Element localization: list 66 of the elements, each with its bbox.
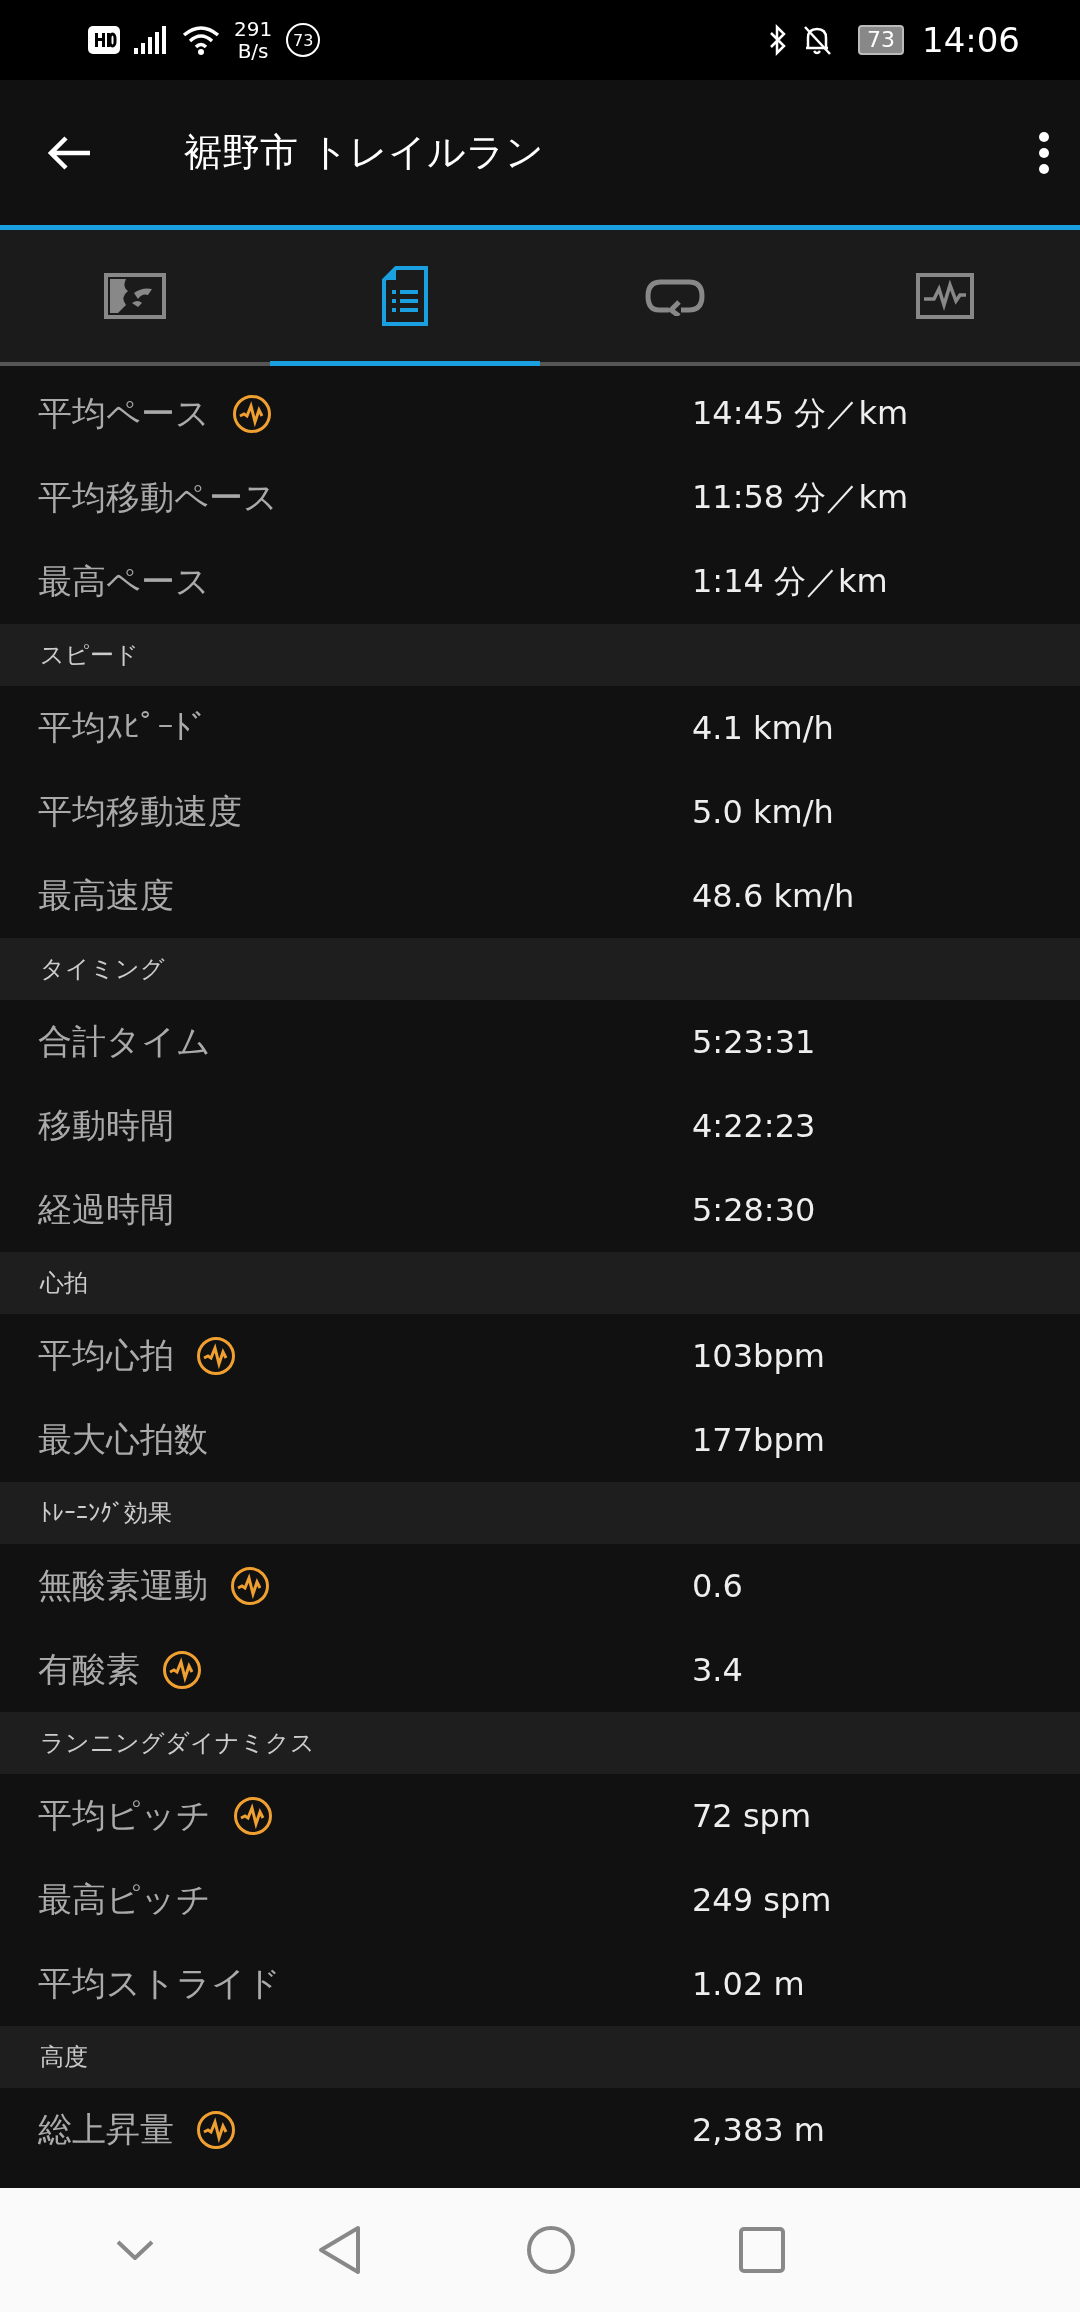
section-header: スピード [40, 640, 139, 671]
net-speed: 291 [234, 18, 273, 40]
stat-value: 3.4 [692, 1651, 743, 1689]
clock-time: 14:06 [922, 20, 1020, 60]
notification-badge: 73 [286, 23, 321, 57]
stat-label: 経過時間 [38, 1188, 174, 1231]
stat-label: 移動時間 [38, 1104, 174, 1147]
stat-label: 最大心拍数 [38, 1418, 208, 1461]
document-list-icon [382, 265, 428, 326]
activity-chart-icon[interactable] [232, 394, 272, 434]
stat-label: 無酸素運動 [38, 1564, 208, 1607]
recents-icon[interactable] [739, 2227, 785, 2273]
section-header: 高度 [40, 2042, 88, 2073]
section-header: 心拍 [40, 1268, 88, 1299]
section-header: ﾄﾚｰﾆﾝｸﾞ効果 [40, 1498, 172, 1529]
muted-bell-icon [802, 24, 832, 56]
net-unit: B/s [237, 40, 269, 62]
stat-label: 平均ストライド [38, 1962, 281, 2005]
stat-value: 2,383 m [692, 2111, 825, 2149]
stat-label: 最高速度 [38, 874, 174, 917]
signal-icon [134, 26, 168, 54]
collapse-chevron-icon[interactable] [115, 2239, 155, 2261]
more-options-icon[interactable] [1038, 130, 1050, 175]
stat-value: 11:58 分／km [692, 477, 909, 518]
stat-value: 177bpm [692, 1421, 825, 1459]
back-icon[interactable] [318, 2225, 363, 2275]
stat-label: 有酸素 [38, 1648, 140, 1691]
activity-chart-icon[interactable] [233, 1796, 273, 1836]
bluetooth-icon [768, 24, 788, 56]
stat-value: 1.02 m [692, 1965, 805, 2003]
stat-label: 平均移動ペース [38, 476, 278, 519]
chart-icon [916, 272, 974, 319]
stat-value: 249 spm [692, 1881, 832, 1919]
stat-label: 総上昇量 [38, 2108, 174, 2151]
section-header: ランニングダイナミクス [40, 1728, 315, 1759]
back-arrow-icon[interactable] [48, 134, 92, 171]
activity-chart-icon[interactable] [162, 1650, 202, 1690]
activity-title: 裾野市 トレイルラン [184, 129, 546, 176]
stat-label: 最高ピッチ [38, 1878, 211, 1921]
stat-label: 最高ペース [38, 560, 210, 603]
activity-chart-icon[interactable] [230, 1566, 270, 1606]
stat-value: 4.1 km/h [692, 709, 834, 747]
stat-value: 5.0 km/h [692, 793, 834, 831]
activity-chart-icon[interactable] [196, 2110, 236, 2150]
stat-value: 72 spm [692, 1797, 812, 1835]
stat-label: 合計タイム [38, 1020, 211, 1063]
stat-value: 48.6 km/h [692, 877, 855, 915]
activity-chart-icon[interactable] [196, 1336, 236, 1376]
stat-label: 平均心拍 [38, 1334, 174, 1377]
stat-value: 5:23:31 [692, 1023, 816, 1061]
stat-value: 5:28:30 [692, 1191, 816, 1229]
stat-value: 1:14 分／km [692, 561, 888, 602]
map-icon [104, 272, 166, 319]
stat-value: 103bpm [692, 1337, 825, 1375]
stat-label: 平均移動速度 [38, 790, 242, 833]
stat-label: 平均ピッチ [38, 1794, 211, 1837]
stat-value: 4:22:23 [692, 1107, 816, 1145]
stat-value: 0.6 [692, 1567, 743, 1605]
stat-value: 14:45 分／km [692, 393, 909, 434]
hd-icon [88, 26, 120, 54]
stat-label: 平均ｽﾋﾟｰﾄﾞ [38, 706, 208, 749]
battery-level: 73 [858, 25, 904, 55]
stat-label: 平均ペース [38, 392, 210, 435]
section-header: タイミング [40, 954, 165, 985]
wifi-icon [182, 25, 220, 55]
home-icon[interactable] [525, 2225, 576, 2275]
